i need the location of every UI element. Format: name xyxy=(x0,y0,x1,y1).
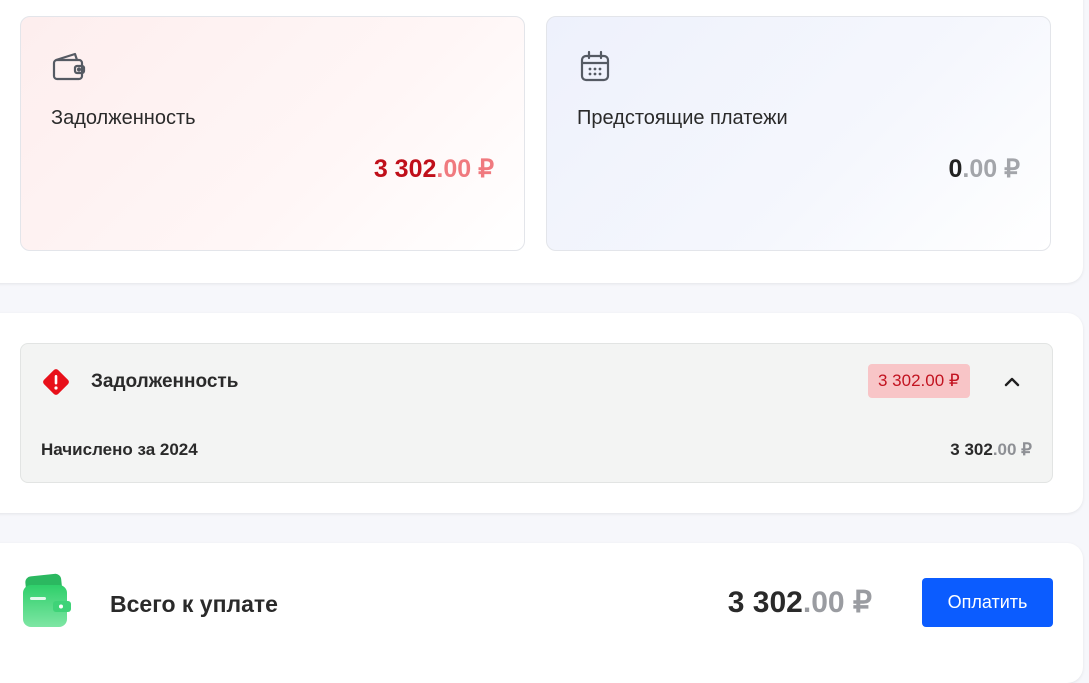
debt-card[interactable]: Задолженность 3 302.00 ₽ xyxy=(20,16,525,251)
debt-details-panel: Задолженность 3 302.00 ₽ Начислено за 20… xyxy=(0,313,1083,513)
chevron-up-icon[interactable] xyxy=(1000,370,1024,394)
warning-diamond-icon xyxy=(43,369,69,395)
accrued-row-amount: 3 302.00 ₽ xyxy=(950,440,1032,459)
upcoming-card-amount: 0.00 ₽ xyxy=(948,155,1020,183)
wallet-green-icon xyxy=(23,573,71,627)
upcoming-card-title: Предстоящие платежи xyxy=(577,107,788,129)
pay-button[interactable]: Оплатить xyxy=(922,578,1053,627)
total-amount: 3 302.00 ₽ xyxy=(727,586,872,619)
calendar-icon xyxy=(580,50,610,82)
total-label: Всего к уплате xyxy=(110,591,278,617)
total-panel: Всего к уплате 3 302.00 ₽ Оплатить xyxy=(0,543,1083,683)
debt-accordion: Задолженность 3 302.00 ₽ Начислено за 20… xyxy=(20,343,1053,483)
debt-amount-badge: 3 302.00 ₽ xyxy=(868,364,970,398)
accrued-row-label: Начислено за 2024 xyxy=(41,440,198,459)
upcoming-payments-card[interactable]: Предстоящие платежи 0.00 ₽ xyxy=(546,16,1051,251)
summary-panel: Задолженность 3 302.00 ₽ Предстоящие пла… xyxy=(0,0,1083,283)
wallet-icon xyxy=(52,52,86,81)
debt-section-title: Задолженность xyxy=(91,371,239,392)
debt-card-amount: 3 302.00 ₽ xyxy=(373,155,494,183)
debt-card-title: Задолженность xyxy=(51,107,196,129)
